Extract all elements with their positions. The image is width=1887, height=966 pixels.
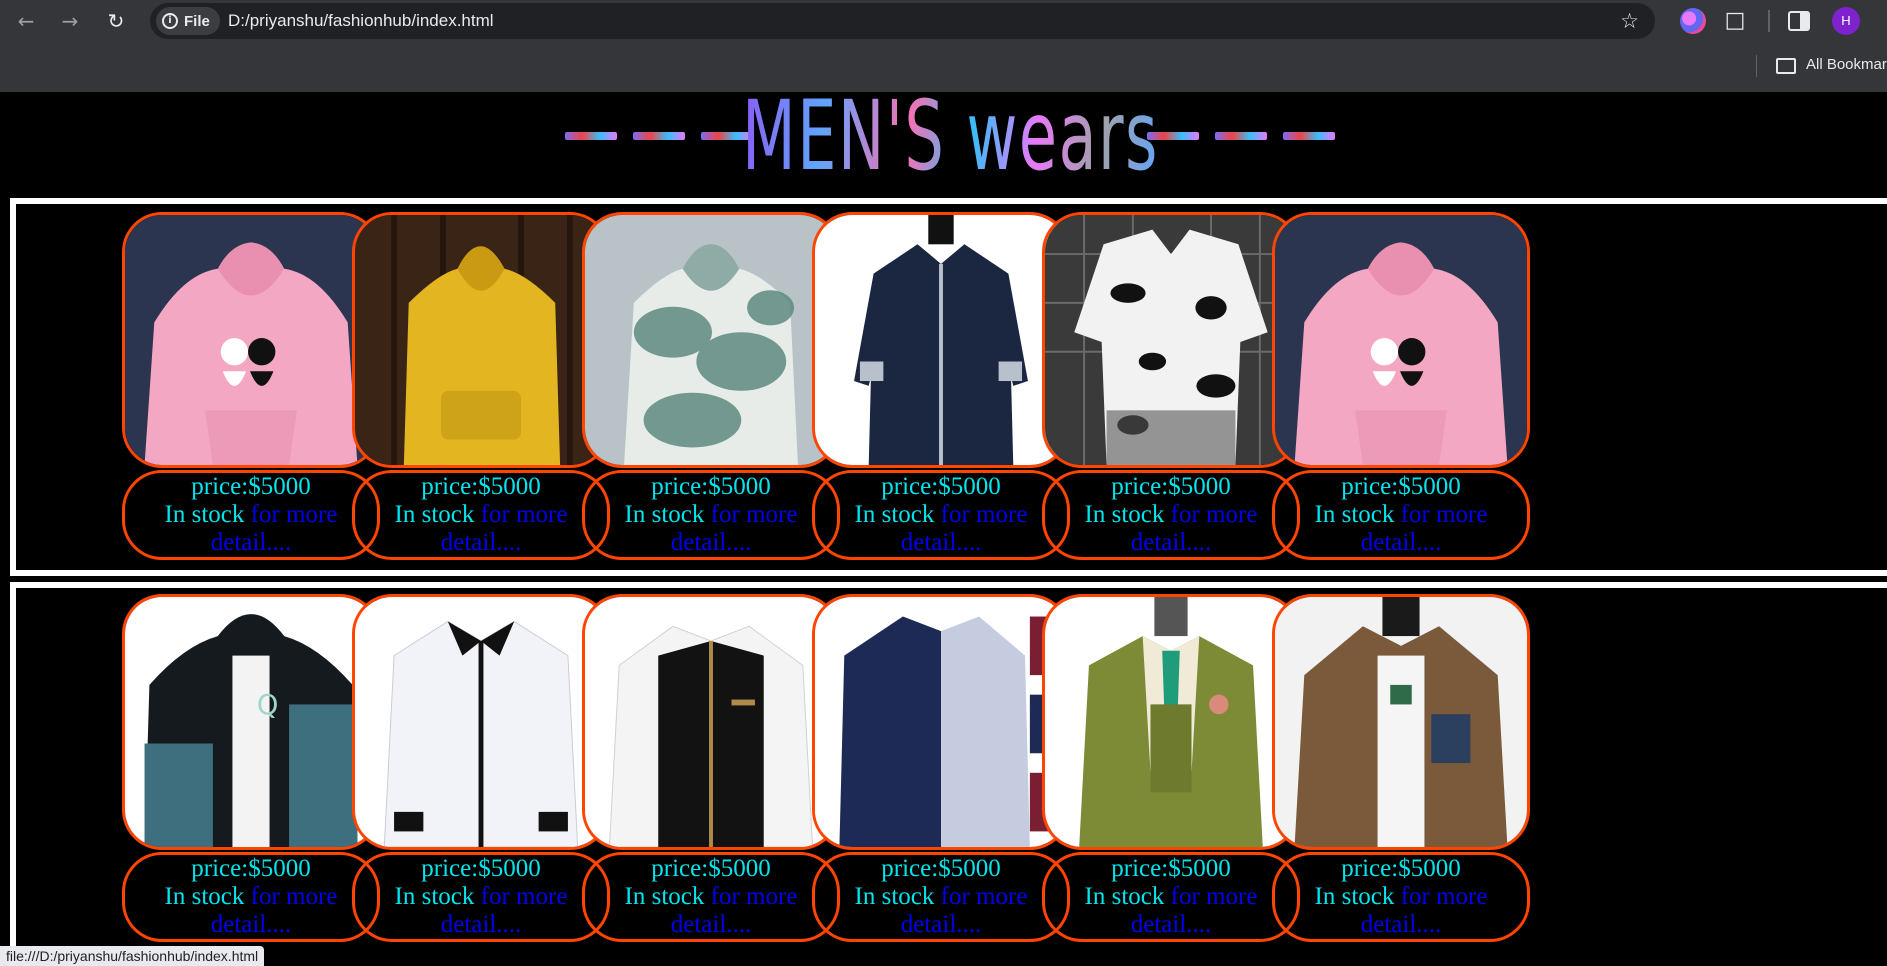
file-chip-label: File: [184, 12, 210, 30]
stock-status: In stock: [854, 501, 935, 528]
product-image[interactable]: [122, 212, 380, 468]
product-price: price:$5000: [1111, 473, 1231, 500]
extensions-puzzle-icon[interactable]: □: [1722, 8, 1748, 34]
product-price: price:$5000: [191, 855, 311, 882]
toolbar-divider: [1768, 10, 1770, 32]
product-card: price:$5000 In stock for more detail....: [1042, 594, 1300, 942]
svg-text:Q: Q: [257, 690, 279, 721]
product-price: price:$5000: [881, 855, 1001, 882]
banner-dash: [632, 132, 685, 140]
product-info: price:$5000 In stock for more detail....: [352, 852, 610, 942]
profile-avatar[interactable]: H: [1832, 7, 1860, 35]
product-row-1: price:$5000 In stock for more detail....…: [10, 198, 1887, 576]
product-card: price:$5000 In stock for more detail....: [352, 212, 610, 560]
banner-dash: [1283, 132, 1336, 140]
product-info: price:$5000 In stock for more detail....: [812, 852, 1070, 942]
product-price: price:$5000: [651, 855, 771, 882]
product-image[interactable]: [582, 212, 840, 468]
product-image[interactable]: [352, 594, 610, 850]
product-price: price:$5000: [421, 855, 541, 882]
url-text[interactable]: D:/priyanshu/fashionhub/index.html: [228, 11, 494, 31]
stock-status: In stock: [624, 501, 705, 528]
info-icon: i: [162, 13, 178, 29]
product-image[interactable]: [1042, 212, 1300, 468]
product-price: price:$5000: [651, 473, 771, 500]
stock-status: In stock: [394, 883, 475, 910]
product-image[interactable]: [1272, 212, 1530, 468]
product-card: price:$5000 In stock for more detail....: [122, 212, 380, 560]
stock-status: In stock: [164, 883, 245, 910]
product-row-2: Q price:$5000 In stock for more detail..…: [10, 582, 1887, 966]
product-info: price:$5000 In stock for more detail....: [352, 470, 610, 560]
folder-icon[interactable]: [1776, 58, 1796, 74]
stock-status: In stock: [1084, 883, 1165, 910]
address-bar[interactable]: i File D:/priyanshu/fashionhub/index.htm…: [150, 3, 1655, 39]
product-price: price:$5000: [1341, 855, 1461, 882]
product-image[interactable]: [1272, 594, 1530, 850]
product-price: price:$5000: [1111, 855, 1231, 882]
browser-chrome: ← → ↻ i File D:/priyanshu/fashionhub/ind…: [0, 0, 1887, 92]
back-arrow-icon[interactable]: ←: [12, 7, 40, 35]
stock-status: In stock: [1314, 501, 1395, 528]
product-image[interactable]: [812, 594, 1070, 850]
product-card: price:$5000 In stock for more detail....: [582, 594, 840, 942]
product-info: price:$5000 In stock for more detail....: [122, 852, 380, 942]
product-price: price:$5000: [191, 473, 311, 500]
product-price: price:$5000: [1341, 473, 1461, 500]
side-panel-icon[interactable]: [1788, 11, 1810, 31]
stock-status: In stock: [1084, 501, 1165, 528]
product-image[interactable]: [812, 212, 1070, 468]
all-bookmarks-label[interactable]: All Bookmar: [1806, 56, 1887, 73]
product-card: price:$5000 In stock for more detail....: [1272, 594, 1530, 942]
forward-arrow-icon[interactable]: →: [56, 7, 84, 35]
stock-status: In stock: [164, 501, 245, 528]
product-image[interactable]: [582, 594, 840, 850]
product-card: Q price:$5000 In stock for more detail..…: [122, 594, 380, 942]
extension-brain-icon[interactable]: [1680, 8, 1706, 34]
stock-status: In stock: [1314, 883, 1395, 910]
stock-status: In stock: [394, 501, 475, 528]
product-info: price:$5000 In stock for more detail....: [1272, 852, 1530, 942]
product-info: price:$5000 In stock for more detail....: [122, 470, 380, 560]
product-image[interactable]: [1042, 594, 1300, 850]
product-card: price:$5000 In stock for more detail....: [352, 594, 610, 942]
banner-dash: [564, 132, 617, 140]
product-info: price:$5000 In stock for more detail....: [1042, 852, 1300, 942]
product-image[interactable]: [352, 212, 610, 468]
product-info: price:$5000 In stock for more detail....: [1272, 470, 1530, 560]
mens-wears-banner: MEN'S wears: [430, 92, 1470, 192]
product-info: price:$5000 In stock for more detail....: [1042, 470, 1300, 560]
product-card: price:$5000 In stock for more detail....: [582, 212, 840, 560]
stock-status: In stock: [854, 883, 935, 910]
product-price: price:$5000: [881, 473, 1001, 500]
product-price: price:$5000: [421, 473, 541, 500]
product-info: price:$5000 In stock for more detail....: [582, 470, 840, 560]
status-bar-url: file:///D:/priyanshu/fashionhub/index.ht…: [0, 946, 265, 966]
product-card: price:$5000 In stock for more detail....: [1042, 212, 1300, 560]
banner-dash: [1215, 132, 1268, 140]
site-info-chip[interactable]: i File: [156, 7, 220, 35]
page-content: MEN'S wears price:$5000 In stock for mor…: [0, 92, 1887, 966]
product-card: price:$5000 In stock for more detail....: [1272, 212, 1530, 560]
product-info: price:$5000 In stock for more detail....: [582, 852, 840, 942]
product-info: price:$5000 In stock for more detail....: [812, 470, 1070, 560]
bookmarks-divider: [1756, 55, 1757, 77]
bookmark-star-icon[interactable]: ☆: [1620, 8, 1639, 34]
reload-icon[interactable]: ↻: [102, 7, 130, 35]
product-card: price:$5000 In stock for more detail....: [812, 594, 1070, 942]
product-image[interactable]: Q: [122, 594, 380, 850]
banner-title: MEN'S wears: [742, 92, 1159, 192]
stock-status: In stock: [624, 883, 705, 910]
product-card: price:$5000 In stock for more detail....: [812, 212, 1070, 560]
